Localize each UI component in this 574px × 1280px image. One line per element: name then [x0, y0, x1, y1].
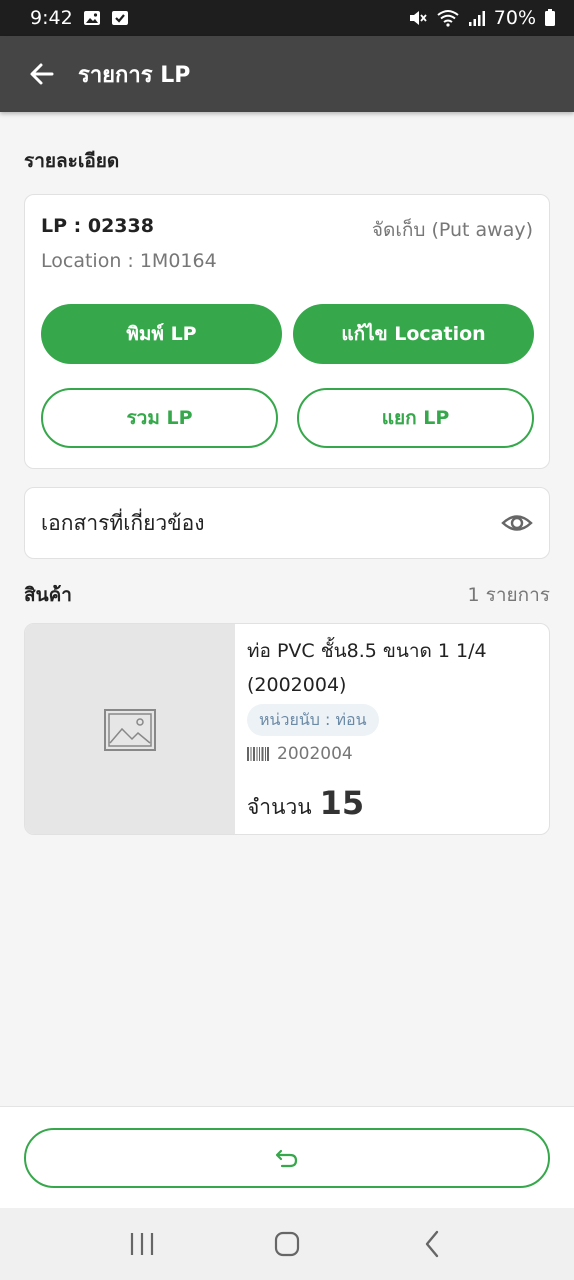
quantity-value: 15	[319, 784, 365, 822]
undo-icon	[275, 1149, 298, 1168]
page-title: รายการ LP	[78, 62, 191, 88]
barcode-icon	[247, 747, 269, 761]
related-documents-label: เอกสารที่เกี่ยวข้อง	[41, 510, 205, 535]
gallery-notification-icon	[83, 11, 100, 25]
products-title: สินค้า	[24, 584, 72, 606]
recent-apps-button[interactable]	[112, 1219, 172, 1269]
quantity-label: จำนวน	[247, 795, 312, 819]
product-barcode: 2002004	[277, 744, 353, 764]
barcode-row: 2002004	[247, 744, 353, 764]
unit-badge: หน่วยนับ : ท่อน	[247, 704, 379, 736]
bottom-action-bar	[0, 1106, 574, 1208]
print-lp-button[interactable]: พิมพ์ LP	[41, 304, 282, 364]
wifi-icon	[437, 10, 459, 27]
system-nav-bar	[0, 1208, 574, 1280]
product-name: ท่อ PVC ชั้น8.5 ขนาด 1 1/4 (2002004)	[247, 640, 487, 696]
merge-lp-button[interactable]: รวม LP	[41, 388, 278, 448]
arrow-left-icon	[30, 63, 54, 85]
product-card[interactable]: ท่อ PVC ชั้น8.5 ขนาด 1 1/4 (2002004) หน่…	[24, 623, 550, 835]
details-section-title: รายละเอียด	[24, 150, 120, 172]
check-notification-icon	[111, 11, 128, 25]
chevron-left-icon	[425, 1230, 438, 1258]
related-documents-card[interactable]: เอกสารที่เกี่ยวข้อง	[24, 487, 550, 559]
lp-status: จัดเก็บ (Put away)	[371, 219, 533, 241]
back-button[interactable]	[26, 58, 58, 90]
undo-button[interactable]	[24, 1128, 550, 1188]
status-bar: 9:42 70%	[0, 0, 574, 36]
battery-icon	[545, 9, 555, 26]
home-icon	[274, 1231, 300, 1257]
edit-location-button[interactable]: แก้ไข Location	[293, 304, 534, 364]
eye-icon[interactable]	[501, 507, 533, 539]
signal-icon	[468, 11, 485, 26]
split-lp-button[interactable]: แยก LP	[297, 388, 534, 448]
status-time: 9:42	[30, 7, 73, 29]
app-bar: รายการ LP	[0, 36, 574, 112]
mute-icon	[409, 11, 427, 25]
home-button[interactable]	[257, 1219, 317, 1269]
products-count: 1 รายการ	[467, 584, 550, 606]
battery-percent: 70%	[493, 7, 536, 29]
image-placeholder-icon	[104, 709, 156, 751]
lp-detail-card: LP : 02338 จัดเก็บ (Put away) Location :…	[24, 194, 550, 469]
system-back-button[interactable]	[402, 1219, 462, 1269]
quantity-row: จำนวน 15	[247, 784, 364, 824]
lp-number: LP : 02338	[41, 215, 154, 237]
lp-location: Location : 1M0164	[41, 250, 217, 272]
products-header: สินค้า 1 รายการ	[24, 580, 550, 610]
recent-apps-icon	[131, 1233, 154, 1255]
product-image	[25, 624, 235, 834]
